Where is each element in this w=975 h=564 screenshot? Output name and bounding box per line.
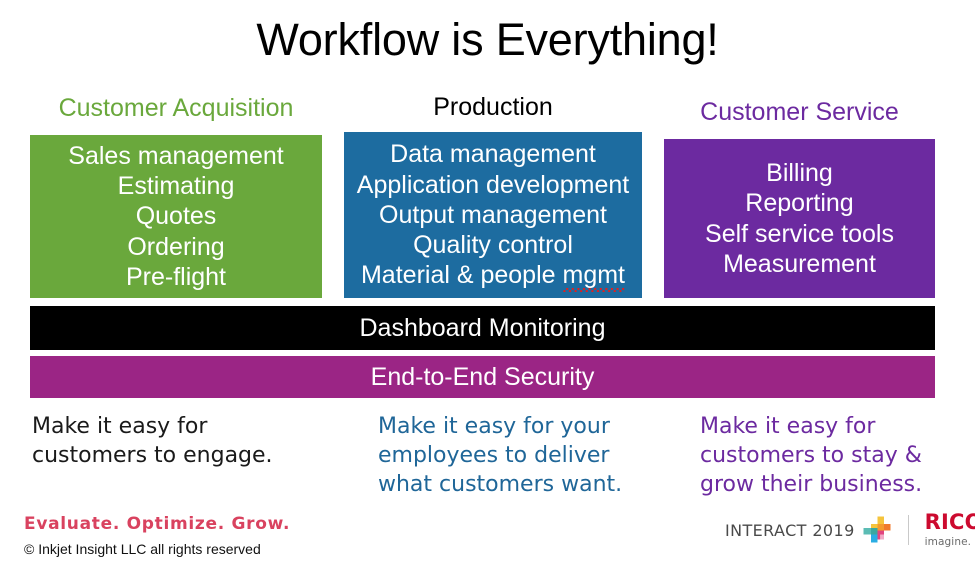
- ricoh-tagline: imagine. change.: [924, 536, 975, 549]
- footer-logos: INTERACT 2019 RICOH imagine. change.: [725, 512, 975, 548]
- category-item: Pre-flight: [125, 262, 227, 291]
- column-header-customer-service: Customer Service: [700, 98, 899, 126]
- spellcheck-underline-mgmt: mgmt: [562, 261, 625, 292]
- category-item: Quotes: [135, 202, 217, 231]
- footer-divider: [907, 515, 909, 545]
- category-item: Output management: [379, 200, 607, 229]
- bar-label: End-to-End Security: [370, 362, 595, 391]
- category-item: Application development: [356, 170, 630, 199]
- footer-copyright: © Inkjet Insight LLC all rights reserved: [24, 541, 261, 557]
- bar-label: Dashboard Monitoring: [359, 313, 606, 342]
- caption-line: what customers want.: [378, 472, 623, 498]
- category-box-production: Data management Application development …: [344, 132, 642, 298]
- ricoh-wordmark: RICOH: [924, 510, 975, 535]
- category-item: Billing: [766, 159, 833, 187]
- category-item: Sales management: [68, 141, 284, 170]
- category-item-with-spellcheck: Material & people mgmt: [360, 260, 625, 292]
- bar-end-to-end-security: End-to-End Security: [30, 356, 935, 398]
- category-item: Quality control: [413, 231, 573, 260]
- category-item: Ordering: [127, 232, 225, 261]
- interact-plus-logo-icon: [863, 516, 891, 543]
- caption-line: employees to deliver: [378, 443, 610, 469]
- category-item: Self service tools: [705, 219, 894, 248]
- ricoh-logo: RICOH imagine. change.: [925, 512, 975, 548]
- bar-dashboard-monitoring: Dashboard Monitoring: [30, 306, 935, 350]
- page-title: Workflow is Everything!: [256, 14, 719, 65]
- category-box-customer-acquisition: Sales management Estimating Quotes Order…: [30, 135, 322, 298]
- category-item-text: Material & people: [360, 261, 563, 290]
- caption-line: customers to engage.: [32, 443, 273, 469]
- caption-line: Make it easy for your: [378, 414, 610, 439]
- column-header-customer-acquisition: Customer Acquisition: [58, 94, 294, 122]
- category-box-customer-service: Billing Reporting Self service tools Mea…: [664, 139, 935, 298]
- caption-line: Make it easy for: [32, 414, 208, 439]
- caption-line: Make it easy for: [700, 414, 876, 439]
- column-header-production: Production: [433, 93, 553, 121]
- caption-line: grow their business.: [700, 472, 923, 498]
- category-item: Reporting: [745, 189, 854, 218]
- caption-line: customers to stay &: [700, 443, 922, 469]
- category-item: Data management: [390, 140, 596, 169]
- caption-customer-service: Make it easy for customers to stay & gro…: [700, 412, 922, 499]
- caption-production: Make it easy for your employees to deliv…: [378, 412, 622, 499]
- category-item: Estimating: [117, 172, 235, 201]
- caption-customer-acquisition: Make it easy for customers to engage.: [32, 412, 273, 470]
- slide-canvas: Workflow is Everything! Customer Acquisi…: [0, 0, 975, 564]
- footer-tagline: Evaluate. Optimize. Grow.: [24, 514, 291, 534]
- interact-label: INTERACT 2019: [725, 520, 855, 540]
- category-item: Measurement: [723, 249, 876, 278]
